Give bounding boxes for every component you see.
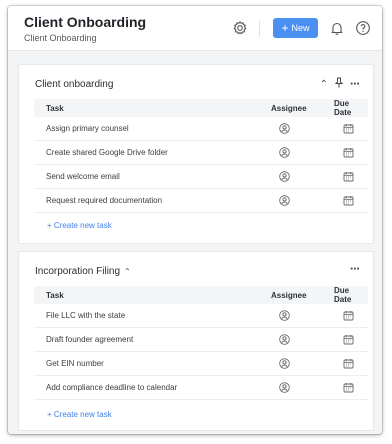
calendar-icon[interactable] <box>343 123 354 134</box>
help-icon[interactable] <box>355 20 371 36</box>
column-assignee[interactable]: Assignee <box>271 291 307 300</box>
column-due-date[interactable]: Due Date <box>334 99 368 117</box>
table-row[interactable]: Send welcome email <box>34 165 368 189</box>
column-task[interactable]: Task <box>46 104 64 113</box>
new-button[interactable]: + New <box>273 18 318 38</box>
calendar-icon[interactable] <box>343 358 354 369</box>
table-row[interactable]: Draft founder agreement <box>34 328 368 352</box>
assignee-icon[interactable] <box>279 310 290 321</box>
section-header: Client onboarding <box>35 79 113 90</box>
assignee-icon[interactable] <box>279 171 290 182</box>
calendar-icon[interactable] <box>343 382 354 393</box>
table-header: Task Assignee Due Date <box>34 99 368 117</box>
table-header: Task Assignee Due Date <box>34 286 368 304</box>
chevron-up-icon[interactable]: ⌃ <box>320 79 328 90</box>
plus-icon: + <box>281 21 289 35</box>
column-assignee[interactable]: Assignee <box>271 104 307 113</box>
bell-icon[interactable] <box>329 20 345 36</box>
chevron-up-icon[interactable]: ⌃ <box>124 267 131 276</box>
app-window: Client Onboarding Client Onboarding + Ne… <box>8 6 382 434</box>
assignee-icon[interactable] <box>279 195 290 206</box>
task-name[interactable]: Assign primary counsel <box>46 124 129 133</box>
task-name[interactable]: File LLC with the state <box>46 311 125 320</box>
table-row[interactable]: Add compliance deadline to calendar <box>34 376 368 400</box>
calendar-icon[interactable] <box>343 334 354 345</box>
task-name[interactable]: Add compliance deadline to calendar <box>46 383 177 392</box>
section-title: Incorporation Filing <box>35 266 121 277</box>
section-title: Client onboarding <box>35 79 114 90</box>
calendar-icon[interactable] <box>343 147 354 158</box>
gear-icon[interactable] <box>232 20 248 36</box>
task-name[interactable]: Create shared Google Drive folder <box>46 148 168 157</box>
section-actions: ⌃ ⋯ <box>320 77 361 91</box>
page-header: Client Onboarding Client Onboarding + Ne… <box>8 6 382 51</box>
assignee-icon[interactable] <box>279 123 290 134</box>
task-name[interactable]: Get EIN number <box>46 359 104 368</box>
calendar-icon[interactable] <box>343 171 354 182</box>
new-button-label: New <box>291 23 310 33</box>
calendar-icon[interactable] <box>343 310 354 321</box>
more-options-icon[interactable]: ⋯ <box>350 264 361 275</box>
task-name[interactable]: Send welcome email <box>46 172 120 181</box>
create-new-task-link[interactable]: + Create new task <box>47 221 112 230</box>
header-divider <box>259 20 260 37</box>
assignee-icon[interactable] <box>279 147 290 158</box>
task-name[interactable]: Draft founder agreement <box>46 335 133 344</box>
task-table: Task Assignee Due Date File LLC with the… <box>34 286 368 400</box>
column-due-date[interactable]: Due Date <box>334 286 368 304</box>
section-card-incorporation-filing: Incorporation Filing ⌃ ⋯ Task Assignee D… <box>18 251 374 431</box>
table-row[interactable]: Assign primary counsel <box>34 117 368 141</box>
assignee-icon[interactable] <box>279 382 290 393</box>
section-header: Incorporation Filing ⌃ <box>35 266 131 277</box>
column-task[interactable]: Task <box>46 291 64 300</box>
breadcrumb[interactable]: Client Onboarding <box>24 33 97 43</box>
section-card-client-onboarding: Client onboarding ⌃ ⋯ Task Assignee Due … <box>18 64 374 244</box>
assignee-icon[interactable] <box>279 358 290 369</box>
task-table: Task Assignee Due Date Assign primary co… <box>34 99 368 213</box>
table-row[interactable]: File LLC with the state <box>34 304 368 328</box>
pin-icon[interactable] <box>334 77 344 91</box>
table-row[interactable]: Create shared Google Drive folder <box>34 141 368 165</box>
task-name[interactable]: Request required documentation <box>46 196 162 205</box>
create-new-task-link[interactable]: + Create new task <box>47 410 112 419</box>
page-title: Client Onboarding <box>24 14 147 30</box>
section-actions: ⋯ <box>350 264 361 275</box>
table-row[interactable]: Request required documentation <box>34 189 368 213</box>
assignee-icon[interactable] <box>279 334 290 345</box>
more-options-icon[interactable]: ⋯ <box>350 79 361 90</box>
calendar-icon[interactable] <box>343 195 354 206</box>
table-row[interactable]: Get EIN number <box>34 352 368 376</box>
